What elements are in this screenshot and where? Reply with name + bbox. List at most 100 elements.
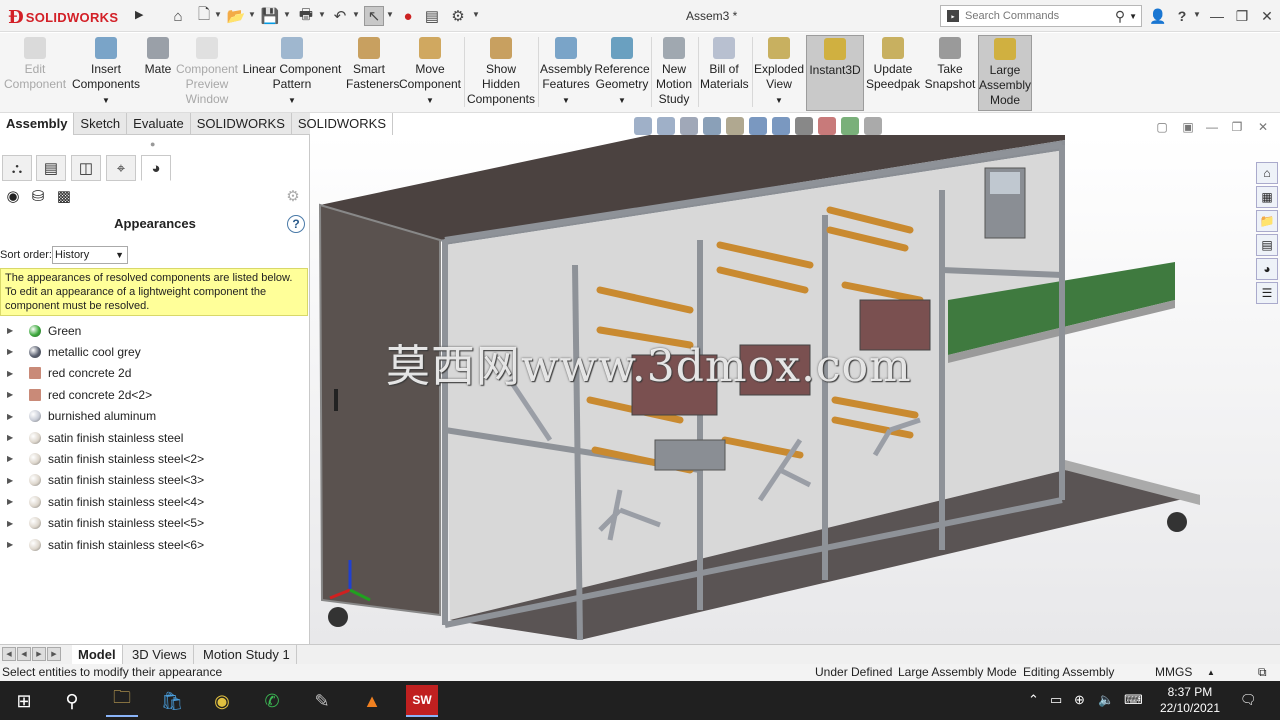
tab-evaluate[interactable]: Evaluate: [127, 113, 191, 135]
appearance-list-item[interactable]: ▶ metallic cool grey: [0, 341, 308, 362]
units-dropdown-icon[interactable]: ▲: [1207, 664, 1215, 681]
store-icon[interactable]: 🛍: [156, 685, 188, 717]
appearance-list-item[interactable]: ▶ satin finish stainless steel<6>: [0, 534, 308, 555]
large-assembly-mode-button[interactable]: Large Assembly Mode: [978, 35, 1032, 111]
status-bar-toggle-icon[interactable]: ⧉: [1258, 664, 1267, 681]
edit-component-button[interactable]: Edit Component: [4, 35, 66, 111]
view-appearances-icon[interactable]: ◉: [2, 185, 24, 207]
next-tab-icon[interactable]: ▶: [32, 647, 46, 661]
expand-arrow-icon[interactable]: ▶: [7, 390, 19, 399]
options-dropdown-icon[interactable]: ▼: [472, 10, 480, 19]
custom-properties-icon[interactable]: ☰: [1256, 282, 1278, 304]
new-motion-study-button[interactable]: New Motion Study: [653, 35, 695, 111]
view-scene-icon[interactable]: ▩: [53, 185, 75, 207]
open-icon[interactable]: 📂: [226, 6, 246, 26]
help-icon[interactable]: ?: [1172, 6, 1192, 26]
expand-arrow-icon[interactable]: ▶: [7, 476, 19, 485]
expand-arrow-icon[interactable]: ▶: [7, 497, 19, 506]
search-icon[interactable]: ⚲: [56, 685, 88, 717]
dimxpert-manager-tab-icon[interactable]: ⌖: [106, 155, 136, 181]
panel-options-icon[interactable]: ⚙: [282, 185, 304, 207]
exploded-view-button[interactable]: Exploded View ▼: [754, 35, 804, 111]
insert-components-button[interactable]: Insert Components ▼: [70, 35, 142, 111]
close-icon[interactable]: ✕: [1257, 6, 1277, 26]
help-icon[interactable]: ?: [287, 215, 305, 233]
zoom-to-area-icon[interactable]: [657, 117, 675, 135]
viewport-minimize-icon[interactable]: —: [1204, 119, 1220, 135]
expand-arrow-icon[interactable]: ▶: [7, 347, 19, 356]
expand-arrow-icon[interactable]: ▶: [7, 369, 19, 378]
first-tab-icon[interactable]: ◀: [2, 647, 16, 661]
clock[interactable]: 8:37 PM 22/10/2021: [1160, 684, 1220, 716]
show-hidden-components-button[interactable]: Show Hidden Components: [466, 35, 536, 111]
restore-icon[interactable]: ❐: [1232, 6, 1252, 26]
design-library-icon[interactable]: ▦: [1256, 186, 1278, 208]
tray-chevron-icon[interactable]: ⌃: [1028, 692, 1039, 708]
file-explorer-icon[interactable]: 📁: [1256, 210, 1278, 232]
expand-arrow-icon[interactable]: ▶: [7, 519, 19, 528]
whatsapp-icon[interactable]: ✆: [256, 685, 288, 717]
property-manager-tab-icon[interactable]: ▤: [36, 155, 66, 181]
tab-assembly[interactable]: Assembly: [0, 113, 75, 135]
user-icon[interactable]: 👤: [1148, 6, 1168, 26]
graphics-area[interactable]: 莫西网www.3dmox.com: [310, 135, 1280, 644]
viewport-close-icon[interactable]: ✕: [1255, 119, 1271, 135]
last-tab-icon[interactable]: ▶: [47, 647, 61, 661]
appearance-list-item[interactable]: ▶ satin finish stainless steel: [0, 427, 308, 448]
appearance-list-item[interactable]: ▶ satin finish stainless steel<2>: [0, 448, 308, 469]
component-preview-window-button[interactable]: Component Preview Window: [174, 35, 240, 111]
units-selector[interactable]: MMGS: [1155, 664, 1192, 681]
network-icon[interactable]: ⊕: [1074, 692, 1085, 708]
tab-motion-study-1[interactable]: Motion Study 1: [197, 645, 297, 665]
appearance-list-item[interactable]: ▶ satin finish stainless steel<5>: [0, 513, 308, 534]
paint-icon[interactable]: ✎: [306, 685, 338, 717]
open-dropdown-icon[interactable]: ▼: [248, 10, 256, 19]
tab-3d-views[interactable]: 3D Views: [126, 645, 194, 665]
display-manager-tab-icon[interactable]: ◕: [141, 155, 171, 181]
solidworks-logo[interactable]: Ɖ SOLIDWORKS: [8, 4, 132, 30]
appearance-list-item[interactable]: ▶ red concrete 2d<2>: [0, 384, 308, 405]
file-explorer-icon[interactable]: 🗀: [106, 685, 138, 717]
edit-appearance-icon[interactable]: [818, 117, 836, 135]
section-view-icon[interactable]: [703, 117, 721, 135]
search-icon[interactable]: ⚲: [1115, 8, 1125, 25]
file-properties-icon[interactable]: ▤: [422, 6, 442, 26]
move-component-button[interactable]: Move Component ▼: [398, 35, 462, 111]
undo-icon[interactable]: ↶: [330, 6, 350, 26]
minimize-icon[interactable]: —: [1207, 6, 1227, 26]
appearance-list-item[interactable]: ▶ satin finish stainless steel<3>: [0, 470, 308, 491]
volume-icon[interactable]: 🔈: [1098, 692, 1114, 708]
smart-fasteners-button[interactable]: Smart Fasteners: [346, 35, 399, 111]
save-icon[interactable]: 💾: [260, 6, 280, 26]
expand-arrow-icon[interactable]: ▶: [7, 433, 19, 442]
windows-start-icon[interactable]: ⊞: [8, 685, 40, 717]
select-cursor-icon[interactable]: ↖: [364, 6, 384, 26]
prev-tab-icon[interactable]: ◀: [17, 647, 31, 661]
tab-solidworks-mbd[interactable]: SOLIDWORKS MBD: [292, 113, 394, 152]
sort-order-select[interactable]: History ▼: [52, 246, 128, 264]
tab-solidworks-addins[interactable]: SOLIDWORKS Add-Ins: [191, 113, 292, 152]
expand-arrow-icon[interactable]: ▶: [7, 454, 19, 463]
vlc-icon[interactable]: ▲: [356, 685, 388, 717]
search-dropdown-icon[interactable]: ▼: [1129, 12, 1137, 21]
take-snapshot-button[interactable]: Take Snapshot: [924, 35, 976, 111]
undo-dropdown-icon[interactable]: ▼: [352, 10, 360, 19]
view-settings-icon[interactable]: [864, 117, 882, 135]
new-dropdown-icon[interactable]: ▼: [214, 10, 222, 19]
reference-geometry-button[interactable]: Reference Geometry ▼: [594, 35, 650, 111]
expand-arrow-icon[interactable]: ▶: [7, 326, 19, 335]
solidworks-taskbar-icon[interactable]: SW: [406, 685, 438, 717]
update-speedpak-button[interactable]: Update Speedpak: [866, 35, 920, 111]
apply-scene-icon[interactable]: [841, 117, 859, 135]
rebuild-icon[interactable]: ●: [398, 6, 418, 26]
new-document-icon[interactable]: 🗋: [194, 6, 214, 26]
tab-sketch[interactable]: Sketch: [74, 113, 128, 135]
solidworks-resources-icon[interactable]: ⌂: [1256, 162, 1278, 184]
instant3d-button[interactable]: Instant3D: [806, 35, 864, 111]
zoom-to-fit-icon[interactable]: [634, 117, 652, 135]
appearance-list-item[interactable]: ▶ burnished aluminum: [0, 406, 308, 427]
keyboard-icon[interactable]: ⌨: [1124, 692, 1143, 708]
help-dropdown-icon[interactable]: ▼: [1193, 10, 1201, 19]
linear-component-pattern-button[interactable]: Linear Component Pattern ▼: [242, 35, 342, 111]
mate-button[interactable]: Mate: [143, 35, 173, 111]
